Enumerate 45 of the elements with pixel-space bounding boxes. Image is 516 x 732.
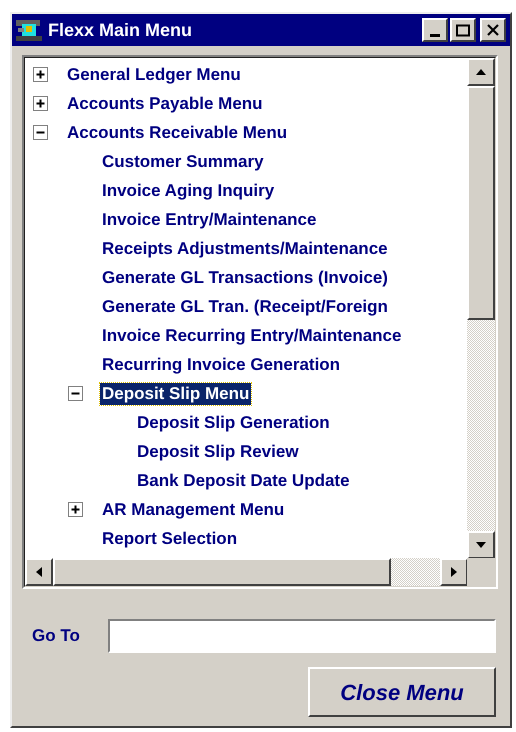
vertical-scrollbar[interactable] [467,58,495,559]
close-icon [487,24,499,36]
minimize-button[interactable] [422,18,448,42]
tree-item[interactable]: Deposit Slip Generation [135,412,332,434]
tree-item[interactable]: Customer Summary [100,150,266,172]
collapse-icon[interactable] [33,125,48,140]
tree-item[interactable]: Invoice Aging Inquiry [100,180,276,202]
collapse-icon[interactable] [68,386,83,401]
close-menu-button[interactable]: Close Menu [308,667,496,717]
down-arrow-icon [476,542,486,548]
scroll-down-button[interactable] [467,531,495,559]
up-arrow-icon [476,69,486,75]
tree-item[interactable]: Report Selection [100,528,240,550]
tree-item[interactable]: Bank Deposit Date Update [135,470,352,492]
left-arrow-icon [36,567,42,577]
tree-item[interactable]: Accounts Receivable Menu [65,122,290,144]
tree-item[interactable]: AR Management Menu [100,498,286,520]
scroll-right-button[interactable] [440,558,468,586]
maximize-icon [456,24,470,36]
expand-icon[interactable] [33,67,48,82]
right-arrow-icon [451,567,457,577]
expand-icon[interactable] [33,96,48,111]
scroll-thumb[interactable] [53,558,391,586]
scroll-up-button[interactable] [467,58,495,86]
tree-item[interactable]: Invoice Recurring Entry/Maintenance [100,324,404,346]
tree-item[interactable]: Deposit Slip Menu [100,382,252,404]
scrollbar-corner [467,558,495,586]
tree-item[interactable]: Generate GL Transactions (Invoice) [100,266,390,288]
scroll-thumb[interactable] [467,86,495,320]
scroll-left-button[interactable] [25,558,53,586]
tree-item[interactable]: Receipts Adjustments/Maintenance [100,238,390,260]
close-button[interactable] [480,18,506,42]
go-to-label: Go To [32,625,81,648]
go-to-field[interactable] [108,619,496,653]
expand-icon[interactable] [68,502,83,517]
tree-item[interactable]: Deposit Slip Review [135,440,301,462]
tree-item[interactable]: General Ledger Menu [65,64,243,86]
minimize-icon [430,34,440,37]
horizontal-scrollbar[interactable] [25,558,468,586]
tree-item[interactable]: Recurring Invoice Generation [100,354,342,376]
maximize-button[interactable] [450,18,476,42]
window-title: Flexx Main Menu [48,18,194,42]
tree-item[interactable]: Invoice Entry/Maintenance [100,208,318,230]
tree-item[interactable]: Accounts Payable Menu [65,92,265,114]
tree-item[interactable]: Generate GL Tran. (Receipt/Foreign [100,296,390,318]
